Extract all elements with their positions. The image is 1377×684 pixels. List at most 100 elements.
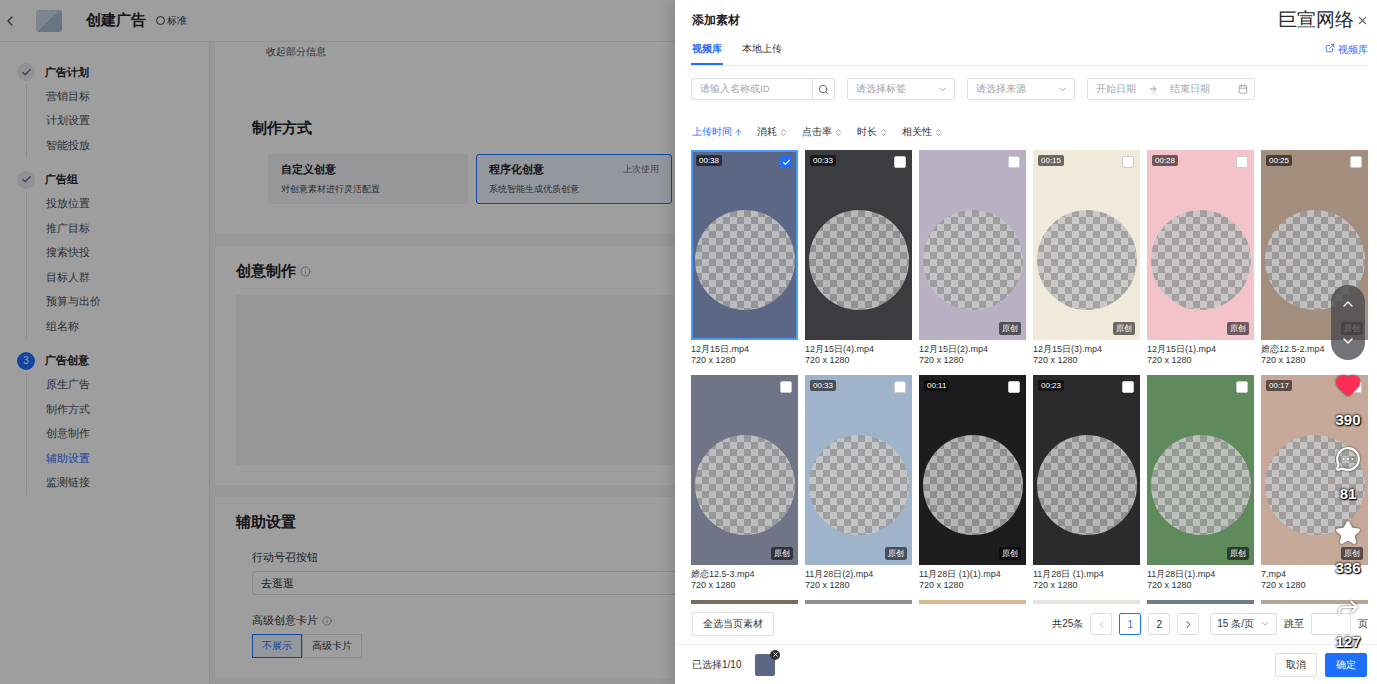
video-thumbnail[interactable]: 原创: [691, 375, 798, 565]
chevron-down-icon[interactable]: [1340, 333, 1356, 349]
material-card[interactable]: 00:3312月15日(4).mp4720 x 1280: [805, 150, 912, 366]
remove-button[interactable]: [770, 650, 780, 660]
source-select[interactable]: 请选择来源: [967, 78, 1075, 100]
card-checkbox[interactable]: [894, 156, 906, 168]
chevron-left-icon: [1096, 619, 1107, 630]
video-thumbnail[interactable]: [1033, 600, 1140, 604]
video-overlay: 39081336127: [1328, 285, 1368, 650]
close-button[interactable]: [1356, 14, 1369, 27]
pagination: 共25条1215 条/页跳至页: [1052, 613, 1368, 635]
material-grid-area: 00:3812月15日.mp4720 x 128000:3312月15日(4).…: [691, 150, 1368, 604]
stat-count: 390: [1335, 411, 1360, 428]
date-range[interactable]: 开始日期结束日期: [1087, 78, 1255, 100]
sort-option[interactable]: 上传时间: [692, 125, 743, 139]
video-thumbnail[interactable]: 00:23: [1033, 375, 1140, 565]
duration-label: 00:23: [1038, 380, 1064, 391]
material-card[interactable]: [691, 600, 798, 604]
material-card[interactable]: 00:17原创7.mp4720 x 1280: [1261, 375, 1368, 591]
card-checkbox[interactable]: [1122, 381, 1134, 393]
page-number[interactable]: 1: [1119, 613, 1141, 635]
material-grid: 00:3812月15日.mp4720 x 128000:3312月15日(4).…: [691, 150, 1368, 604]
duration-label: 00:17: [1266, 380, 1292, 391]
confirm-button[interactable]: 确定: [1325, 653, 1367, 677]
card-checkbox[interactable]: [1008, 156, 1020, 168]
material-card[interactable]: 00:11原创11月28日 (1)(1).mp4720 x 1280: [919, 375, 1026, 591]
card-checkbox[interactable]: [894, 381, 906, 393]
video-thumbnail[interactable]: 原创: [919, 150, 1026, 340]
card-checkbox[interactable]: [1008, 381, 1020, 393]
sort-option[interactable]: 消耗: [757, 125, 788, 139]
material-drawer: 添加素材巨宣网络视频库本地上传视频库请输入名称或ID请选择标签请选择来源开始日期…: [675, 0, 1377, 684]
video-thumbnail[interactable]: 00:38: [691, 150, 798, 340]
resolution: 720 x 1280: [1033, 355, 1140, 366]
search-button[interactable]: [812, 79, 834, 99]
heart-icon[interactable]: [1335, 372, 1361, 398]
video-stat: 390: [1335, 372, 1361, 428]
cancel-button[interactable]: 取消: [1275, 653, 1317, 677]
share-icon[interactable]: [1335, 594, 1361, 620]
video-thumbnail[interactable]: 00:28原创: [1147, 150, 1254, 340]
select-all-button[interactable]: 全选当页素材: [692, 612, 774, 636]
jump-input[interactable]: [1311, 613, 1351, 635]
stat-count: 336: [1335, 559, 1360, 576]
material-card[interactable]: [919, 600, 1026, 604]
material-card[interactable]: [1033, 600, 1140, 604]
material-card[interactable]: [1147, 600, 1254, 604]
card-checkbox[interactable]: [1236, 156, 1248, 168]
comment-icon[interactable]: [1335, 446, 1361, 472]
drawer-header: 添加素材巨宣网络: [675, 0, 1377, 40]
material-card[interactable]: 原创12月15日(2).mp4720 x 1280: [919, 150, 1026, 366]
duration-label: 00:28: [1152, 155, 1178, 166]
card-checkbox[interactable]: [780, 156, 792, 168]
material-card[interactable]: 00:28原创12月15日(1).mp4720 x 1280: [1147, 150, 1254, 366]
star-icon[interactable]: [1335, 520, 1361, 546]
duration-label: 00:25: [1266, 155, 1292, 166]
video-thumbnail[interactable]: 00:11原创: [919, 375, 1026, 565]
sort-option[interactable]: 相关性: [902, 125, 943, 139]
video-thumbnail[interactable]: 原创: [1147, 375, 1254, 565]
material-card[interactable]: 原创嬗恋12.5-3.mp4720 x 1280: [691, 375, 798, 591]
chevron-up-icon[interactable]: [1340, 296, 1356, 312]
video-thumbnail[interactable]: 00:33: [805, 150, 912, 340]
prev-page[interactable]: [1090, 613, 1112, 635]
material-card[interactable]: 00:2311月28日 (1).mp4720 x 1280: [1033, 375, 1140, 591]
card-checkbox[interactable]: [1350, 156, 1362, 168]
video-thumbnail[interactable]: [805, 600, 912, 604]
search-icon: [818, 84, 829, 95]
library-link[interactable]: 视频库: [1325, 40, 1368, 65]
duration-label: 00:15: [1038, 155, 1064, 166]
material-card[interactable]: 00:15原创12月15日(3).mp4720 x 1280: [1033, 150, 1140, 366]
video-thumbnail[interactable]: [691, 600, 798, 604]
duration-label: 00:33: [810, 380, 836, 391]
file-name: 嬗恋12.5-3.mp4: [691, 565, 798, 580]
video-stat: 81: [1335, 446, 1361, 502]
sort-icon: [934, 128, 943, 137]
material-card[interactable]: 00:33原创11月28日(2).mp4720 x 1280: [805, 375, 912, 591]
video-thumbnail[interactable]: 00:15原创: [1033, 150, 1140, 340]
material-card[interactable]: 原创11月28日(1).mp4720 x 1280: [1147, 375, 1254, 591]
video-thumbnail[interactable]: 00:33原创: [805, 375, 912, 565]
search-input[interactable]: 请输入名称或ID: [691, 78, 835, 100]
material-card[interactable]: [805, 600, 912, 604]
resolution: 720 x 1280: [919, 355, 1026, 366]
video-thumbnail[interactable]: [919, 600, 1026, 604]
duration-label: 00:38: [696, 155, 722, 166]
tab[interactable]: 视频库: [691, 40, 723, 65]
sort-option[interactable]: 时长: [857, 125, 888, 139]
screen: 创建广告标准广告计划营销目标计划设置智能投放广告组投放位置推广目标搜索快投目标人…: [0, 0, 1377, 684]
card-checkbox[interactable]: [1122, 156, 1134, 168]
page-size-select[interactable]: 15 条/页: [1210, 613, 1277, 635]
tag-select[interactable]: 请选择标签: [847, 78, 955, 100]
selected-count: 已选择1/10: [692, 658, 741, 672]
material-card[interactable]: 00:3812月15日.mp4720 x 1280: [691, 150, 798, 366]
video-thumbnail[interactable]: [1147, 600, 1254, 604]
card-checkbox[interactable]: [780, 381, 792, 393]
card-checkbox[interactable]: [1236, 381, 1248, 393]
resolution: 720 x 1280: [919, 580, 1026, 591]
resolution: 720 x 1280: [1147, 355, 1254, 366]
page-number[interactable]: 2: [1148, 613, 1170, 635]
tab[interactable]: 本地上传: [741, 40, 783, 65]
next-page[interactable]: [1177, 613, 1199, 635]
pagination-row: 全选当页素材共25条1215 条/页跳至页: [692, 604, 1368, 644]
sort-option[interactable]: 点击率: [802, 125, 843, 139]
